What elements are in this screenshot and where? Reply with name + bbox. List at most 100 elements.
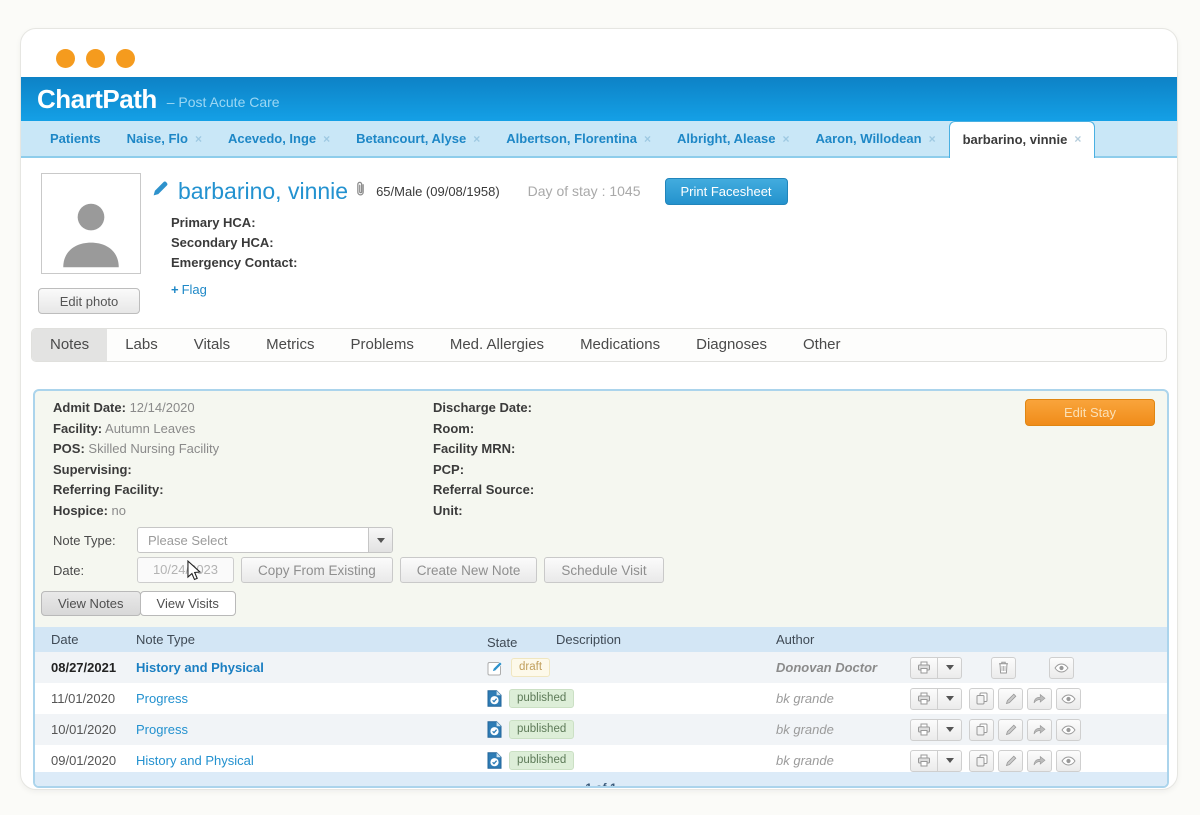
table-pagination: 1 of 1 [35, 772, 1167, 786]
tab-notes[interactable]: Notes [32, 329, 107, 361]
window-dot-icon[interactable] [56, 49, 75, 68]
tab-labs[interactable]: Labs [107, 329, 176, 361]
note-type-link[interactable]: History and Physical [136, 652, 476, 683]
app-window: ChartPath – Post Acute Care PatientsNais… [20, 28, 1178, 790]
patient-tab[interactable]: Naise, Flo× [114, 121, 215, 156]
brand-logo: ChartPath [37, 84, 157, 115]
chart-section-tabs: NotesLabsVitalsMetricsProblemsMed. Aller… [31, 328, 1167, 362]
stay-field-label: Unit: [433, 503, 463, 518]
edit-icon [1005, 693, 1017, 705]
forward-button[interactable] [1027, 750, 1052, 772]
edit-button[interactable] [998, 719, 1023, 741]
note-type-link[interactable]: Progress [136, 683, 476, 714]
edit-button[interactable] [998, 750, 1023, 772]
patient-field: Secondary HCA: [171, 233, 297, 253]
window-controls [56, 49, 135, 68]
print-button[interactable] [910, 688, 938, 710]
close-icon[interactable]: × [323, 132, 330, 146]
column-header-author: Author [776, 627, 916, 652]
note-type-select[interactable]: Please Select [137, 527, 393, 553]
create-new-note-button[interactable]: Create New Note [400, 557, 538, 583]
paperclip-icon[interactable] [354, 180, 367, 202]
print-button[interactable] [910, 750, 938, 772]
stay-field: Discharge Date: [433, 398, 534, 419]
print-menu-button[interactable] [937, 688, 962, 710]
print-menu-button[interactable] [937, 750, 962, 772]
patient-field: Emergency Contact: [171, 253, 297, 273]
close-icon[interactable]: × [929, 132, 936, 146]
note-author: Donovan Doctor [776, 652, 916, 683]
close-icon[interactable]: × [782, 132, 789, 146]
close-icon[interactable]: × [1074, 132, 1081, 146]
patient-field-label: Emergency Contact: [171, 255, 297, 270]
copy-from-existing-button[interactable]: Copy From Existing [241, 557, 393, 583]
tab-metrics[interactable]: Metrics [248, 329, 332, 361]
note-date: 11/01/2020 [51, 683, 131, 714]
print-menu-button[interactable] [937, 657, 962, 679]
view-notes-tab[interactable]: View Notes [41, 591, 141, 616]
note-author: bk grande [776, 714, 916, 745]
table-row: 11/01/2020Progresspublishedbk grande [35, 683, 1167, 714]
edit-pencil-icon[interactable] [151, 179, 170, 203]
tab-problems[interactable]: Problems [332, 329, 431, 361]
stay-field: Referral Source: [433, 480, 534, 501]
stay-field-label: Referral Source: [433, 482, 534, 497]
view-button[interactable] [1056, 688, 1081, 710]
eye-icon [1061, 725, 1076, 735]
print-menu-button[interactable] [937, 719, 962, 741]
patient-tab[interactable]: Acevedo, Inge × [215, 121, 343, 156]
stay-field-label: Discharge Date: [433, 400, 532, 415]
chevron-down-icon[interactable] [368, 528, 392, 552]
edit-photo-button[interactable]: Edit photo [38, 288, 140, 314]
edit-stay-button[interactable]: Edit Stay [1025, 399, 1155, 426]
view-visits-tab[interactable]: View Visits [140, 591, 236, 616]
add-flag-link[interactable]: +Flag [171, 282, 207, 297]
copy-button[interactable] [969, 688, 994, 710]
column-header-note-type: Note Type [136, 627, 476, 652]
patient-tab[interactable]: Betancourt, Alyse× [343, 121, 493, 156]
view-button[interactable] [1056, 719, 1081, 741]
note-state: draft [487, 652, 550, 683]
patient-tab[interactable]: Aaron, Willodean× [803, 121, 949, 156]
print-button[interactable] [910, 719, 938, 741]
view-button[interactable] [1049, 657, 1074, 679]
stay-field-label: Hospice: [53, 503, 108, 518]
patient-field: Primary HCA: [171, 213, 297, 233]
status-badge: draft [511, 658, 550, 677]
note-type-link[interactable]: Progress [136, 714, 476, 745]
close-icon[interactable]: × [473, 132, 480, 146]
date-input[interactable]: 10/24/2023 [137, 557, 234, 583]
stay-field-value: Autumn Leaves [102, 421, 195, 436]
close-icon[interactable]: × [195, 132, 202, 146]
copy-button[interactable] [969, 750, 994, 772]
print-button[interactable] [910, 657, 938, 679]
delete-button[interactable] [991, 657, 1016, 679]
tab-vitals[interactable]: Vitals [176, 329, 248, 361]
note-published-icon [487, 752, 502, 769]
close-icon[interactable]: × [644, 132, 651, 146]
tab-medications[interactable]: Medications [562, 329, 678, 361]
forward-button[interactable] [1027, 688, 1052, 710]
stay-field: Supervising: [53, 460, 219, 481]
patients-tab[interactable]: Patients [37, 121, 114, 156]
copy-button[interactable] [969, 719, 994, 741]
tab-med-allergies[interactable]: Med. Allergies [432, 329, 562, 361]
status-badge: published [509, 689, 574, 708]
patient-tab[interactable]: Albright, Alease× [664, 121, 803, 156]
patient-tab[interactable]: barbarino, vinnie× [949, 121, 1096, 158]
eye-icon [1061, 756, 1076, 766]
print-facesheet-button[interactable]: Print Facesheet [665, 178, 788, 205]
schedule-visit-button[interactable]: Schedule Visit [544, 557, 663, 583]
window-dot-icon[interactable] [116, 49, 135, 68]
edit-button[interactable] [998, 688, 1023, 710]
note-type-label: Note Type: [53, 533, 137, 548]
view-button[interactable] [1056, 750, 1081, 772]
patient-tab[interactable]: Albertson, Florentina× [493, 121, 664, 156]
forward-button[interactable] [1027, 719, 1052, 741]
patient-tab-label: Acevedo, Inge [228, 131, 316, 146]
forward-icon [1033, 724, 1046, 735]
notes-panel: Admit Date: 12/14/2020Facility: Autumn L… [33, 389, 1169, 788]
tab-diagnoses[interactable]: Diagnoses [678, 329, 785, 361]
window-dot-icon[interactable] [86, 49, 105, 68]
tab-other[interactable]: Other [785, 329, 859, 361]
